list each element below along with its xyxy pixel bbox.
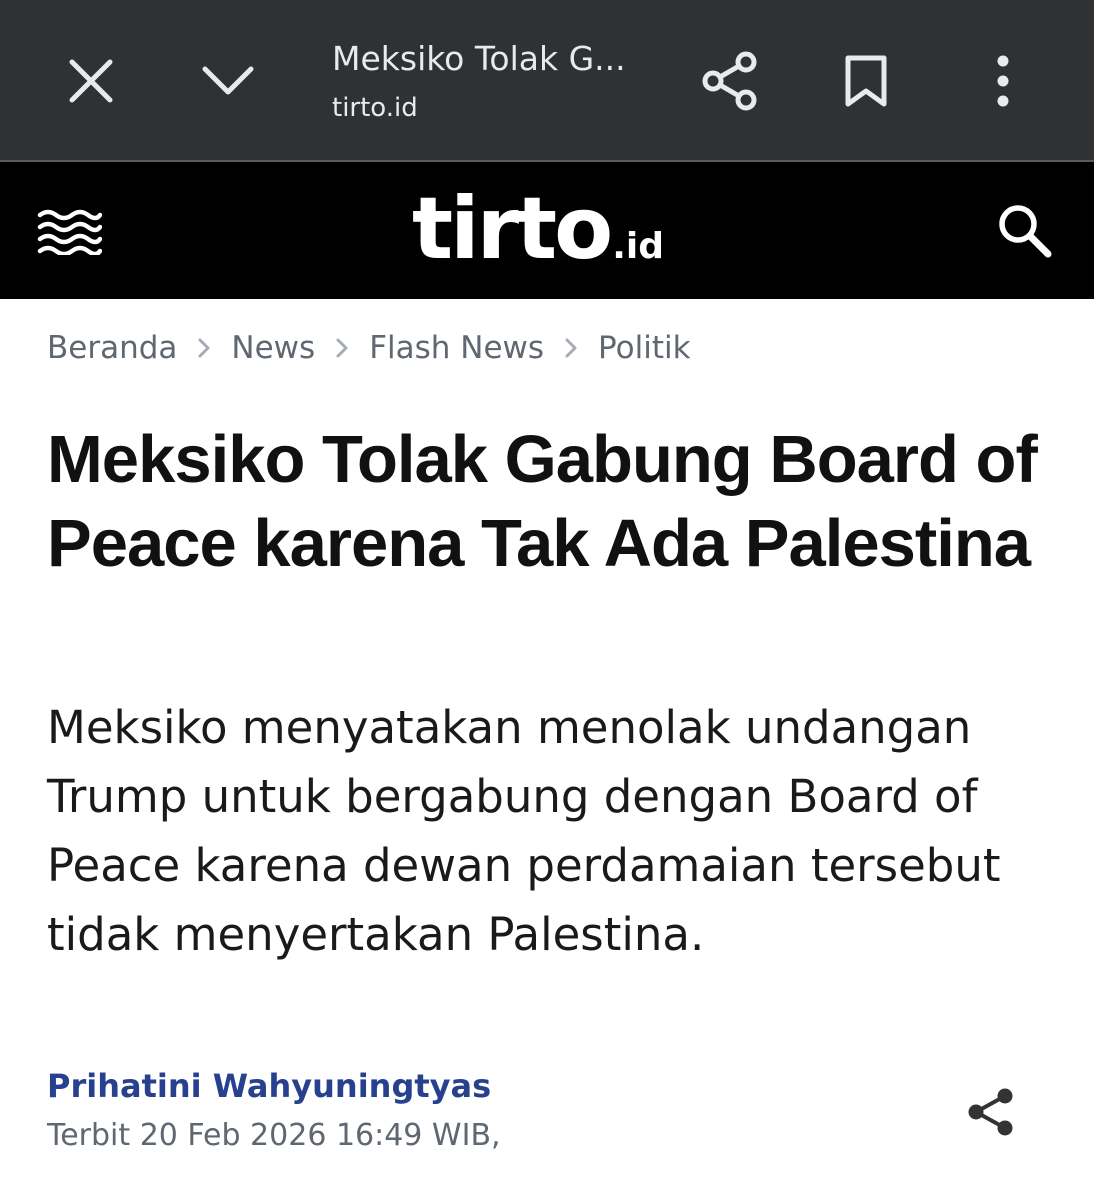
bookmark-button[interactable] bbox=[821, 36, 911, 126]
tab-title-block: Meksiko Tolak G... tirto.id bbox=[332, 38, 662, 126]
site-header: tirto .id bbox=[0, 162, 1094, 299]
author-link[interactable]: Prihatini Wahyuningtyas bbox=[47, 1064, 491, 1108]
site-logo[interactable]: tirto .id bbox=[412, 184, 664, 274]
page-title: Meksiko Tolak G... bbox=[332, 39, 626, 78]
breadcrumb-item-politik[interactable]: Politik bbox=[598, 330, 691, 366]
publish-date: Terbit 20 Feb 2026 16:49 WIB, bbox=[47, 1118, 501, 1153]
chevron-right-icon bbox=[544, 337, 598, 359]
share-icon bbox=[702, 51, 757, 111]
minimize-button[interactable] bbox=[183, 36, 273, 126]
browser-toolbar: Meksiko Tolak G... tirto.id bbox=[0, 0, 1094, 162]
breadcrumb-item-news[interactable]: News bbox=[231, 330, 315, 366]
wave-menu-icon bbox=[37, 209, 103, 257]
close-icon bbox=[69, 59, 113, 103]
more-options-button[interactable] bbox=[958, 36, 1048, 126]
share-button[interactable] bbox=[685, 36, 775, 126]
bookmark-icon bbox=[845, 55, 887, 107]
page-url[interactable]: tirto.id bbox=[332, 90, 662, 126]
search-button[interactable] bbox=[994, 200, 1060, 266]
logo-domain: .id bbox=[612, 226, 664, 267]
share-icon bbox=[968, 1088, 1013, 1136]
article-lede: Meksiko menyatakan menolak undangan Trum… bbox=[47, 701, 1001, 961]
article-share-button[interactable] bbox=[963, 1084, 1019, 1140]
search-icon bbox=[999, 205, 1052, 258]
chevron-down-icon bbox=[202, 66, 254, 95]
breadcrumb: Beranda News Flash News Politik bbox=[47, 326, 691, 370]
logo-wordmark: tirto bbox=[412, 179, 613, 279]
breadcrumb-item-flash-news[interactable]: Flash News bbox=[369, 330, 544, 366]
article-headline: Meksiko Tolak Gabung Board of Peace kare… bbox=[47, 422, 1038, 581]
chevron-right-icon bbox=[177, 337, 231, 359]
site-menu-button[interactable] bbox=[36, 207, 103, 257]
chevron-right-icon bbox=[315, 337, 369, 359]
close-button[interactable] bbox=[46, 36, 136, 126]
more-vertical-icon bbox=[997, 55, 1009, 107]
breadcrumb-item-beranda[interactable]: Beranda bbox=[47, 330, 177, 366]
